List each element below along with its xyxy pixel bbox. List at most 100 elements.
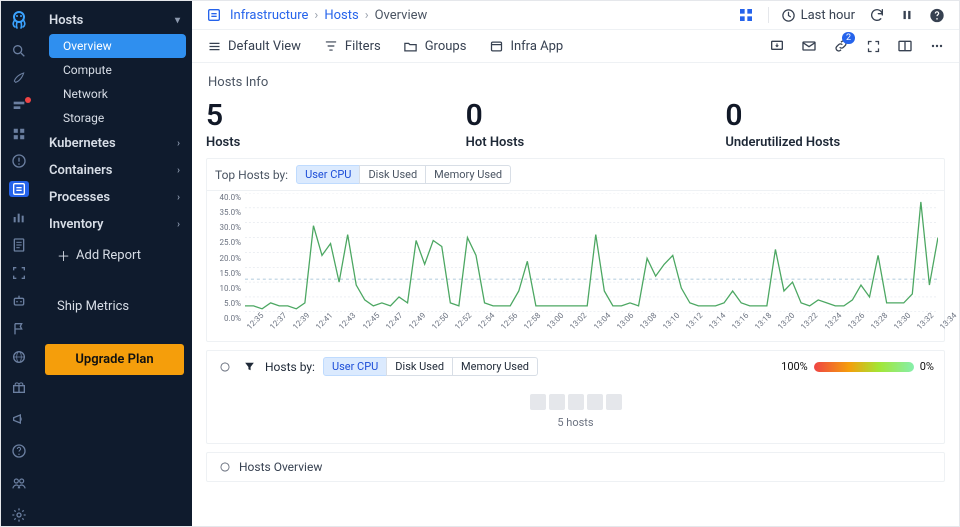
panel-icon[interactable] — [897, 38, 913, 54]
x-tick: 12:39 — [291, 311, 311, 331]
list-icon — [206, 38, 222, 54]
rail-flag-icon[interactable] — [9, 321, 29, 337]
sidebar-item-network[interactable]: Network — [37, 82, 192, 106]
sidebar-group-inventory[interactable]: Inventory› — [37, 211, 192, 238]
metric-pill-user-cpu[interactable]: User CPU — [323, 357, 387, 376]
fullscreen-icon[interactable] — [865, 38, 881, 54]
metric-pill-memory-used[interactable]: Memory Used — [425, 165, 511, 184]
sidebar-group-hosts[interactable]: Hosts ▾ — [37, 7, 192, 34]
rail-logs-icon[interactable] — [9, 237, 29, 253]
filters-button[interactable]: Filters — [323, 38, 381, 54]
stat-card: 5Hosts — [206, 98, 426, 150]
host-cell[interactable] — [549, 394, 565, 410]
stat-card: 0Underutilized Hosts — [725, 98, 945, 150]
chevron-right-icon: › — [177, 165, 180, 176]
rail-scan-icon[interactable] — [9, 265, 29, 281]
host-cell[interactable] — [568, 394, 584, 410]
more-icon[interactable] — [929, 38, 945, 54]
metric-pill-user-cpu[interactable]: User CPU — [296, 165, 360, 184]
rail-help-icon[interactable] — [9, 441, 29, 461]
rail-search-icon[interactable] — [9, 43, 29, 59]
rail-globe-icon[interactable] — [9, 349, 29, 365]
y-tick: 40.0% — [211, 193, 241, 202]
rail-alert-icon[interactable] — [9, 153, 29, 169]
rail-team-icon[interactable] — [9, 473, 29, 493]
dashboard-grid-icon[interactable] — [738, 7, 754, 23]
breadcrumb-root[interactable]: Infrastructure — [230, 8, 308, 23]
sidebar-item-overview[interactable]: Overview — [49, 34, 186, 58]
app-icon — [488, 38, 504, 54]
rail-bot-icon[interactable] — [9, 293, 29, 309]
host-count-label: 5 hosts — [217, 416, 934, 429]
top-hosts-label: Top Hosts by: — [215, 168, 288, 182]
add-report-button[interactable]: ＋ Add Report — [37, 238, 192, 273]
breadcrumb-mid[interactable]: Hosts — [324, 8, 358, 23]
host-cell[interactable] — [530, 394, 546, 410]
infrastructure-icon — [206, 7, 222, 23]
hosts-by-panel: Hosts by: User CPUDisk UsedMemory Used 1… — [206, 350, 945, 444]
stats-row: 5Hosts 0 Hot Hosts 0Underutilized Hosts — [206, 98, 945, 150]
metric-pill-disk-used[interactable]: Disk Used — [359, 165, 426, 184]
rail-gear-icon[interactable] — [9, 505, 29, 525]
mail-icon[interactable] — [801, 38, 817, 54]
sidebar-group-kubernetes[interactable]: Kubernetes› — [37, 130, 192, 157]
host-cell[interactable] — [587, 394, 603, 410]
topbar: Infrastructure › Hosts › Overview Last h… — [192, 1, 959, 30]
rail-infrastructure-icon[interactable] — [9, 181, 29, 197]
host-cell[interactable] — [606, 394, 622, 410]
sidebar-group-containers[interactable]: Containers› — [37, 157, 192, 184]
x-tick: 13:14 — [707, 311, 727, 331]
stat-label: Hot Hosts — [466, 135, 686, 150]
share-link-icon[interactable]: 2 — [833, 38, 849, 54]
host-heatmap[interactable] — [217, 394, 934, 410]
help-icon[interactable] — [929, 7, 945, 23]
time-range-picker[interactable]: Last hour — [768, 7, 855, 23]
chevron-right-icon: › — [177, 192, 180, 203]
rail-rules-icon[interactable] — [9, 99, 29, 115]
plus-icon: ＋ — [57, 246, 70, 265]
groups-button[interactable]: Groups — [403, 38, 467, 54]
rail-megaphone-icon[interactable] — [9, 409, 29, 429]
metric-pill-disk-used[interactable]: Disk Used — [386, 357, 453, 376]
y-tick: 35.0% — [211, 208, 241, 217]
sidebar-item-compute[interactable]: Compute — [37, 58, 192, 82]
chart-area[interactable]: 40.0%35.0%30.0%25.0%20.0%15.0%10.0%5.0%0… — [207, 191, 944, 341]
y-tick: 25.0% — [211, 238, 241, 247]
x-tick: 12:58 — [522, 311, 542, 331]
rail-metrics-icon[interactable] — [9, 209, 29, 225]
download-icon[interactable] — [769, 38, 785, 54]
y-tick: 20.0% — [211, 254, 241, 263]
x-tick: 13:10 — [661, 311, 681, 331]
hosts-info-title: Hosts Info — [208, 75, 945, 90]
rail-grid-icon[interactable] — [9, 127, 29, 141]
default-view-button[interactable]: Default View — [206, 38, 301, 54]
funnel-icon[interactable] — [241, 359, 257, 375]
stat-value: 0 — [466, 98, 686, 133]
panel-handle-icon[interactable] — [217, 459, 233, 475]
x-tick: 13:34 — [938, 311, 958, 331]
stat-card: 0 Hot Hosts — [466, 98, 686, 150]
hosts-overview-panel: Hosts Overview — [206, 452, 945, 482]
x-tick: 12:41 — [314, 311, 334, 331]
breadcrumb-leaf: Overview — [375, 8, 428, 23]
x-tick: 13:30 — [892, 311, 912, 331]
sidebar-group-processes[interactable]: Processes› — [37, 184, 192, 211]
x-tick: 13:32 — [915, 311, 935, 331]
pause-icon[interactable] — [899, 7, 915, 23]
sidebar: Hosts ▾ OverviewComputeNetworkStorage Ku… — [37, 1, 192, 526]
x-tick: 12:49 — [407, 311, 427, 331]
rail-gift-icon[interactable] — [9, 377, 29, 397]
x-tick: 13:18 — [753, 311, 773, 331]
panel-handle-icon[interactable] — [217, 359, 233, 375]
content: Hosts Info 5Hosts 0 Hot Hosts 0Underutilize… — [192, 63, 959, 498]
rail-rocket-icon[interactable] — [9, 71, 29, 87]
infra-app-button[interactable]: Infra App — [488, 38, 563, 54]
upgrade-plan-button[interactable]: Upgrade Plan — [45, 344, 184, 375]
refresh-icon[interactable] — [869, 7, 885, 23]
sidebar-item-storage[interactable]: Storage — [37, 106, 192, 130]
x-tick: 13:24 — [823, 311, 843, 331]
share-badge: 2 — [842, 32, 855, 44]
ship-metrics-link[interactable]: Ship Metrics — [37, 291, 192, 322]
metric-pill-memory-used[interactable]: Memory Used — [452, 357, 538, 376]
x-tick: 13:20 — [776, 311, 796, 331]
